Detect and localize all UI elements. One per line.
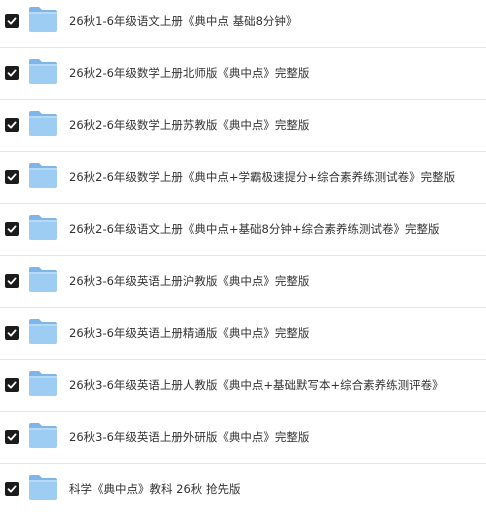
file-name[interactable]: 26秋3-6年级英语上册外研版《典中点》完整版 xyxy=(69,427,309,447)
file-row[interactable]: 26秋2-6年级数学上册苏教版《典中点》完整版 xyxy=(0,100,486,152)
checkbox-checked-icon[interactable] xyxy=(5,378,19,392)
file-name[interactable]: 26秋3-6年级英语上册精通版《典中点》完整版 xyxy=(69,323,309,343)
file-row[interactable]: 26秋3-6年级英语上册沪教版《典中点》完整版 xyxy=(0,256,486,308)
file-row[interactable]: 26秋3-6年级英语上册人教版《典中点+基础默写本+综合素养练测评卷》 xyxy=(0,360,486,412)
folder-icon[interactable] xyxy=(28,58,58,85)
file-name[interactable]: 26秋2-6年级数学上册北师版《典中点》完整版 xyxy=(69,63,309,83)
checkbox-checked-icon[interactable] xyxy=(5,66,19,80)
file-name[interactable]: 科学《典中点》教科 26秋 抢先版 xyxy=(69,479,240,499)
folder-icon[interactable] xyxy=(28,474,58,501)
file-name[interactable]: 26秋3-6年级英语上册人教版《典中点+基础默写本+综合素养练测评卷》 xyxy=(69,375,444,395)
checkbox-checked-icon[interactable] xyxy=(5,326,19,340)
file-name[interactable]: 26秋2-6年级数学上册苏教版《典中点》完整版 xyxy=(69,115,309,135)
folder-icon[interactable] xyxy=(28,266,58,293)
file-row[interactable]: 26秋3-6年级英语上册外研版《典中点》完整版 xyxy=(0,412,486,464)
checkbox-checked-icon[interactable] xyxy=(5,14,19,28)
folder-icon[interactable] xyxy=(28,318,58,345)
folder-icon[interactable] xyxy=(28,214,58,241)
file-row[interactable]: 26秋3-6年级英语上册精通版《典中点》完整版 xyxy=(0,308,486,360)
folder-icon[interactable] xyxy=(28,6,58,33)
file-name[interactable]: 26秋2-6年级语文上册《典中点+基础8分钟+综合素养练测试卷》完整版 xyxy=(69,219,440,239)
checkbox-checked-icon[interactable] xyxy=(5,222,19,236)
checkbox-checked-icon[interactable] xyxy=(5,170,19,184)
file-name[interactable]: 26秋3-6年级英语上册沪教版《典中点》完整版 xyxy=(69,271,309,291)
checkbox-checked-icon[interactable] xyxy=(5,274,19,288)
folder-icon[interactable] xyxy=(28,110,58,137)
folder-icon[interactable] xyxy=(28,370,58,397)
file-list: 26秋1-6年级语文上册《典中点 基础8分钟》 26秋2-6年级数学上册北师版《… xyxy=(0,0,486,508)
checkbox-checked-icon[interactable] xyxy=(5,482,19,496)
folder-icon[interactable] xyxy=(28,162,58,189)
checkbox-checked-icon[interactable] xyxy=(5,118,19,132)
file-row[interactable]: 26秋1-6年级语文上册《典中点 基础8分钟》 xyxy=(0,0,486,48)
file-row[interactable]: 26秋2-6年级数学上册《典中点+学霸极速提分+综合素养练测试卷》完整版 xyxy=(0,152,486,204)
file-name[interactable]: 26秋1-6年级语文上册《典中点 基础8分钟》 xyxy=(69,11,297,31)
checkbox-checked-icon[interactable] xyxy=(5,430,19,444)
file-row[interactable]: 26秋2-6年级语文上册《典中点+基础8分钟+综合素养练测试卷》完整版 xyxy=(0,204,486,256)
file-row[interactable]: 科学《典中点》教科 26秋 抢先版 xyxy=(0,464,486,516)
file-name[interactable]: 26秋2-6年级数学上册《典中点+学霸极速提分+综合素养练测试卷》完整版 xyxy=(69,167,455,187)
file-row[interactable]: 26秋2-6年级数学上册北师版《典中点》完整版 xyxy=(0,48,486,100)
folder-icon[interactable] xyxy=(28,422,58,449)
